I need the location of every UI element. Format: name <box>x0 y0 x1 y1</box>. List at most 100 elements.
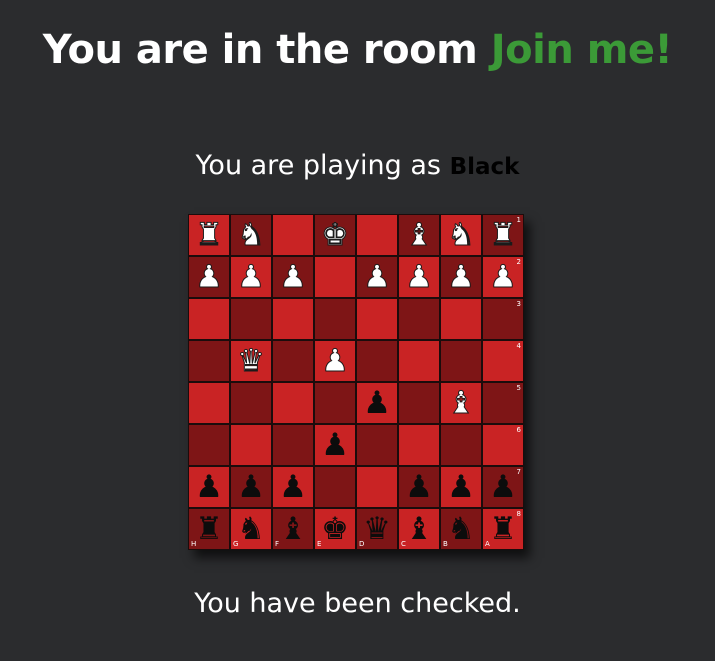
board-square[interactable] <box>398 298 440 340</box>
board-square[interactable]: 5 <box>482 382 524 424</box>
board-square[interactable] <box>356 424 398 466</box>
board-square[interactable]: 4 <box>482 340 524 382</box>
board-square[interactable]: ♞ <box>440 214 482 256</box>
black-bishop-icon[interactable]: ♝ <box>405 513 433 545</box>
board-square[interactable]: ♝ <box>398 214 440 256</box>
black-rook-icon[interactable]: ♜ <box>489 513 517 545</box>
board-square[interactable]: 6 <box>482 424 524 466</box>
board-square[interactable] <box>230 382 272 424</box>
black-pawn-icon[interactable]: ♟ <box>195 471 223 503</box>
board-square[interactable] <box>314 466 356 508</box>
board-square[interactable]: ♞ <box>230 214 272 256</box>
white-pawn-icon[interactable]: ♟ <box>279 261 308 293</box>
board-square[interactable]: ♟ 7 <box>482 466 524 508</box>
black-knight-icon[interactable]: ♞ <box>447 513 475 545</box>
board-square[interactable]: ♚ E <box>314 508 356 550</box>
black-rook-icon[interactable]: ♜ <box>195 513 223 545</box>
board-square[interactable] <box>398 424 440 466</box>
board-square[interactable] <box>188 340 230 382</box>
white-rook-icon[interactable]: ♜ <box>195 219 224 251</box>
board-square[interactable]: ♟ <box>188 466 230 508</box>
rank-label: 3 <box>516 300 521 308</box>
board-square[interactable] <box>230 298 272 340</box>
board-square[interactable] <box>356 466 398 508</box>
board-square[interactable] <box>314 382 356 424</box>
white-bishop-icon[interactable]: ♝ <box>447 387 476 419</box>
board-square[interactable] <box>440 298 482 340</box>
black-pawn-icon[interactable]: ♟ <box>405 471 433 503</box>
white-pawn-icon[interactable]: ♟ <box>321 345 350 377</box>
board-square[interactable]: ♛ D <box>356 508 398 550</box>
board-square[interactable]: ♟ <box>398 466 440 508</box>
board-square[interactable]: ♜ <box>188 214 230 256</box>
board-square[interactable]: ♚ <box>314 214 356 256</box>
black-bishop-icon[interactable]: ♝ <box>279 513 307 545</box>
board-square[interactable]: ♜ 1 <box>482 214 524 256</box>
board-square[interactable]: ♟ <box>398 256 440 298</box>
board-square[interactable]: 3 <box>482 298 524 340</box>
board-square[interactable]: ♟ <box>356 256 398 298</box>
black-pawn-icon[interactable]: ♟ <box>321 429 349 461</box>
board-square[interactable] <box>272 382 314 424</box>
board-square[interactable] <box>188 382 230 424</box>
board-square[interactable]: ♟ <box>440 466 482 508</box>
board-square[interactable]: ♞ G <box>230 508 272 550</box>
board-square[interactable] <box>272 298 314 340</box>
white-pawn-icon[interactable]: ♟ <box>237 261 266 293</box>
white-knight-icon[interactable]: ♞ <box>447 219 476 251</box>
board-square[interactable] <box>356 340 398 382</box>
board-square[interactable] <box>440 424 482 466</box>
board-square[interactable]: ♟ <box>272 256 314 298</box>
board-square[interactable]: ♝ C <box>398 508 440 550</box>
white-pawn-icon[interactable]: ♟ <box>195 261 224 293</box>
board-square[interactable] <box>188 424 230 466</box>
board-square[interactable] <box>356 298 398 340</box>
white-pawn-icon[interactable]: ♟ <box>447 261 476 293</box>
board-square[interactable]: ♟ <box>356 382 398 424</box>
white-rook-icon[interactable]: ♜ <box>489 219 518 251</box>
board-square[interactable]: ♞ B <box>440 508 482 550</box>
board-square[interactable]: ♟ 2 <box>482 256 524 298</box>
black-knight-icon[interactable]: ♞ <box>237 513 265 545</box>
white-queen-icon[interactable]: ♛ <box>237 345 266 377</box>
black-pawn-icon[interactable]: ♟ <box>489 471 517 503</box>
board-square[interactable] <box>272 424 314 466</box>
board-square[interactable]: ♟ <box>272 466 314 508</box>
black-king-icon[interactable]: ♚ <box>321 513 349 545</box>
board-square[interactable] <box>188 298 230 340</box>
board-square[interactable] <box>356 214 398 256</box>
board-square[interactable] <box>398 340 440 382</box>
board-square[interactable]: ♟ <box>440 256 482 298</box>
board-square[interactable] <box>398 382 440 424</box>
board-square[interactable] <box>272 340 314 382</box>
white-pawn-icon[interactable]: ♟ <box>363 261 392 293</box>
white-bishop-icon[interactable]: ♝ <box>405 219 434 251</box>
board-square[interactable] <box>440 340 482 382</box>
rank-label: 4 <box>516 342 521 350</box>
black-queen-icon[interactable]: ♛ <box>363 513 391 545</box>
white-knight-icon[interactable]: ♞ <box>237 219 266 251</box>
board-square[interactable] <box>230 424 272 466</box>
board-square[interactable]: ♟ <box>230 256 272 298</box>
board-square[interactable] <box>314 298 356 340</box>
rank-label: 6 <box>516 426 521 434</box>
board-square[interactable]: ♟ <box>188 256 230 298</box>
board-square[interactable] <box>272 214 314 256</box>
white-pawn-icon[interactable]: ♟ <box>405 261 434 293</box>
chess-board[interactable]: ♜ ♞ ♚ ♝ ♞ ♜ 1 ♟ ♟ ♟ ♟ ♟ ♟ ♟ 2 3 ♛ ♟ 4 ♟ ♝ 5 ♟ 6 ♟ ♟ ♟ ♟ ♟ ♟ 7 ♜ H ♞ G ♝ F ♚ E ♛… <box>188 214 524 550</box>
white-king-icon[interactable]: ♚ <box>321 219 350 251</box>
board-square[interactable] <box>314 256 356 298</box>
black-pawn-icon[interactable]: ♟ <box>279 471 307 503</box>
board-square[interactable]: ♜ H <box>188 508 230 550</box>
board-square[interactable]: ♜ 8 A <box>482 508 524 550</box>
board-square[interactable]: ♟ <box>230 466 272 508</box>
board-square[interactable]: ♛ <box>230 340 272 382</box>
white-pawn-icon[interactable]: ♟ <box>489 261 518 293</box>
board-square[interactable]: ♝ F <box>272 508 314 550</box>
black-pawn-icon[interactable]: ♟ <box>447 471 475 503</box>
black-pawn-icon[interactable]: ♟ <box>237 471 265 503</box>
board-square[interactable]: ♟ <box>314 340 356 382</box>
black-pawn-icon[interactable]: ♟ <box>363 387 391 419</box>
board-square[interactable]: ♟ <box>314 424 356 466</box>
board-square[interactable]: ♝ <box>440 382 482 424</box>
